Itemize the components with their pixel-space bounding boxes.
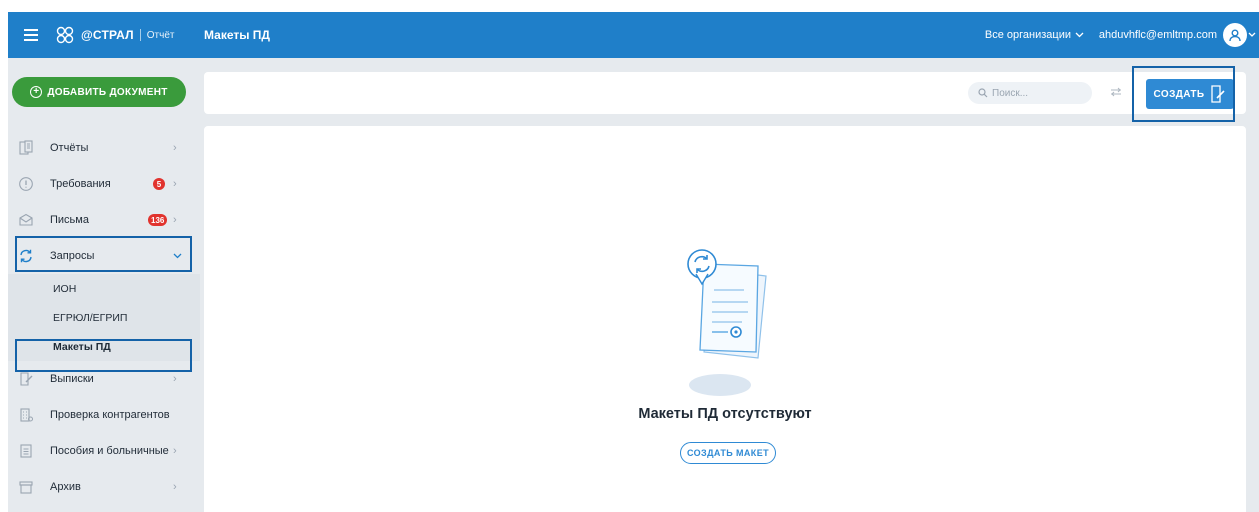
- top-bar: @СТРАЛ Отчёт Макеты ПД Все организации a…: [8, 12, 1259, 58]
- document-edit-icon: [18, 371, 34, 387]
- sidebar-item-label: Письма: [50, 214, 89, 226]
- sidebar-item-label: Пособия и больничные: [50, 445, 169, 457]
- organization-select[interactable]: Все организации: [985, 29, 1084, 41]
- app-window: @СТРАЛ Отчёт Макеты ПД Все организации a…: [8, 12, 1259, 512]
- sidebar-item-requirements[interactable]: Требования 5 ›: [8, 166, 200, 202]
- envelope-icon: [18, 212, 34, 228]
- logo-subtitle: Отчёт: [146, 29, 175, 41]
- user-email[interactable]: ahduvhflc@emltmp.com: [1099, 29, 1217, 41]
- building-icon: [18, 407, 34, 423]
- add-document-button[interactable]: + ДОБАВИТЬ ДОКУМЕНТ: [12, 77, 186, 107]
- chevron-right-icon: ›: [173, 481, 177, 493]
- alert-circle-icon: [18, 176, 34, 192]
- logo-mark-icon: [56, 26, 74, 44]
- sidebar-subitem-egrul[interactable]: ЕГРЮЛ/ЕГРИП: [8, 303, 200, 332]
- sidebar-nav: Отчёты › Требования 5 › Письма 136 › Зап…: [8, 130, 200, 505]
- chevron-right-icon: ›: [173, 142, 177, 154]
- logo[interactable]: @СТРАЛ Отчёт: [54, 12, 204, 58]
- sidebar-item-letters[interactable]: Письма 136 ›: [8, 202, 200, 238]
- sidebar-item-label: Отчёты: [50, 142, 89, 154]
- sidebar-subitem-ion[interactable]: ИОН: [8, 274, 200, 303]
- chevron-right-icon: ›: [173, 445, 177, 457]
- toolbar: Поиск... СОЗДАТЬ: [204, 72, 1246, 114]
- clipboard-icon: [18, 443, 34, 459]
- letters-count-badge: 136: [148, 214, 168, 226]
- sidebar-item-benefits[interactable]: Пособия и больничные ›: [8, 433, 200, 469]
- content-panel: Макеты ПД отсутствуют СОЗДАТЬ МАКЕТ: [204, 126, 1246, 512]
- page-title: Макеты ПД: [204, 28, 270, 42]
- requirements-count-badge: 5: [153, 178, 165, 190]
- archive-icon: [18, 479, 34, 495]
- filter-icon[interactable]: [1110, 86, 1122, 98]
- plus-circle-icon: +: [30, 86, 43, 98]
- report-icon: [18, 140, 34, 156]
- add-document-label: ДОБАВИТЬ ДОКУМЕНТ: [47, 86, 168, 98]
- chevron-right-icon: ›: [173, 214, 177, 226]
- user-menu-chevron-icon[interactable]: [1248, 32, 1256, 38]
- create-template-button[interactable]: СОЗДАТЬ МАКЕТ: [680, 442, 776, 464]
- menu-icon[interactable]: [8, 12, 54, 58]
- highlight-create-button: [1132, 66, 1235, 122]
- highlight-requests: [15, 236, 192, 272]
- search-placeholder: Поиск...: [992, 87, 1029, 99]
- chevron-right-icon: ›: [173, 373, 177, 385]
- sidebar: + ДОБАВИТЬ ДОКУМЕНТ Отчёты › Требования …: [8, 58, 200, 512]
- user-avatar-icon[interactable]: [1223, 23, 1247, 47]
- empty-state-title: Макеты ПД отсутствуют: [638, 406, 812, 422]
- empty-documents-illustration-icon: [687, 249, 767, 359]
- chevron-down-icon: [1075, 32, 1084, 38]
- sidebar-item-label: Проверка контрагентов: [50, 409, 170, 421]
- sidebar-item-label: Требования: [50, 178, 111, 190]
- illustration-shadow: [689, 374, 751, 396]
- logo-text: @СТРАЛ: [81, 28, 134, 42]
- search-icon: [978, 88, 988, 98]
- search-input[interactable]: Поиск...: [968, 82, 1092, 104]
- chevron-right-icon: ›: [173, 178, 177, 190]
- logo-divider: [139, 29, 141, 41]
- sidebar-item-reports[interactable]: Отчёты ›: [8, 130, 200, 166]
- highlight-pd-templates: [15, 339, 192, 372]
- organization-select-label: Все организации: [984, 29, 1071, 41]
- sidebar-item-archive[interactable]: Архив ›: [8, 469, 200, 505]
- sidebar-item-label: Архив: [50, 481, 81, 493]
- sidebar-item-label: Выписки: [50, 373, 94, 385]
- sidebar-item-counterparty-check[interactable]: Проверка контрагентов: [8, 397, 200, 433]
